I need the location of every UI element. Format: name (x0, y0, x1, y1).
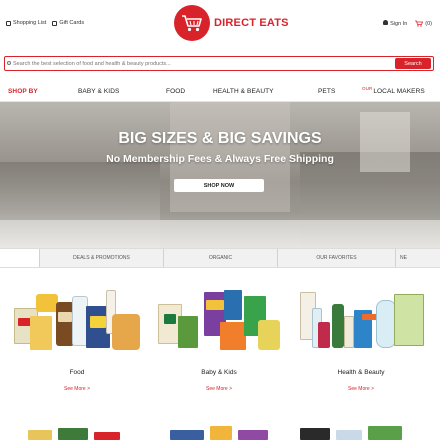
nav-local-makers[interactable]: OURLOCAL MAKERS (362, 86, 425, 95)
product-row2-3a (300, 428, 330, 440)
product-row2-1c (94, 432, 120, 440)
cart-icon (415, 20, 424, 27)
shop-now-button[interactable]: SHOP NOW (174, 179, 264, 192)
sign-in-label: Sign In (390, 21, 408, 27)
product-snack-pouch (224, 290, 242, 320)
product-row2-2b (210, 426, 232, 440)
tab-organic[interactable]: ORGANIC (164, 249, 278, 267)
product-juice (258, 320, 280, 350)
nav-health-beauty[interactable]: HEALTH & BEAUTY (213, 88, 274, 95)
product-baby-food-box (178, 316, 198, 348)
top-bar: Shopping List Gift Cards DIRECT EATS Sig… (0, 0, 440, 54)
search-bar: Search (4, 56, 434, 71)
user-icon (382, 20, 388, 25)
product-row2-2c (238, 430, 268, 440)
list-icon (6, 20, 11, 26)
product-shampoo (332, 304, 344, 348)
category-health-beauty-image (296, 286, 426, 366)
product-baby-snack (220, 322, 246, 350)
category-health-beauty-see-more[interactable]: See More > (296, 386, 426, 392)
tab-new[interactable]: NE (396, 249, 440, 267)
product-row2-1a (28, 430, 52, 440)
gift-cards-link[interactable]: Gift Cards (52, 20, 84, 26)
nav-local-makers-prefix: OUR (362, 86, 373, 91)
hero-background-floor (0, 220, 440, 248)
hero-subtitle: No Membership Fees & Always Free Shippin… (106, 153, 334, 165)
product-row2-1b (58, 428, 88, 440)
tab-our-favorites[interactable]: OUR FAVORITES (278, 249, 396, 267)
tab-first[interactable] (0, 249, 40, 267)
cart-link[interactable]: (0) (415, 20, 432, 27)
product-puffs-label (206, 300, 224, 310)
product-pasta-bag (112, 314, 140, 350)
category-baby-kids-see-more[interactable]: See More > (154, 386, 284, 392)
category-food[interactable]: Food See More > (12, 286, 142, 396)
shopping-list-link[interactable]: Shopping List (6, 20, 46, 26)
category-food-image (12, 286, 142, 366)
category-health-beauty-label: Health & Beauty (337, 369, 385, 376)
product-soap-box (394, 294, 424, 346)
gift-cards-label: Gift Cards (59, 20, 85, 26)
category-row2-1[interactable] (18, 424, 138, 440)
product-cereal-label (90, 316, 106, 328)
main-nav: SHOP BY BABY & KIDS FOOD HEALTH & BEAUTY… (0, 82, 440, 102)
product-cream-jar (376, 300, 396, 348)
sign-in-link[interactable]: Sign In (382, 20, 408, 27)
search-button[interactable]: Search (395, 58, 431, 69)
category-baby-kids-label: Baby & Kids (201, 369, 237, 376)
category-food-see-more[interactable]: See More > (12, 386, 142, 392)
product-row2-2a (170, 430, 204, 440)
hero-title: BIG SIZES & BIG SAVINGS (118, 130, 322, 147)
gift-icon (52, 20, 58, 26)
category-row2-3[interactable] (296, 424, 426, 440)
product-baby-cereal-label (164, 314, 176, 324)
category-food-label: Food (69, 369, 85, 376)
nav-shop-by[interactable]: SHOP BY (8, 88, 38, 95)
utility-links-left: Shopping List Gift Cards (6, 20, 84, 26)
product-popcorn (36, 294, 58, 312)
category-baby-kids[interactable]: Baby & Kids See More > (154, 286, 284, 396)
hero-banner: BIG SIZES & BIG SAVINGS No Membership Fe… (0, 102, 440, 248)
nav-local-makers-label: LOCAL MAKERS (373, 88, 425, 95)
product-nail-polish (318, 322, 330, 348)
nav-pets[interactable]: PETS (318, 88, 335, 95)
utility-links-right: Sign In (0) (382, 20, 432, 27)
logo-text: DIRECT EATS (214, 17, 289, 29)
nav-food[interactable]: FOOD (166, 88, 185, 95)
product-row2-3b (336, 430, 362, 440)
product-row2-3c (368, 426, 402, 440)
nav-baby-kids[interactable]: BABY & KIDS (78, 88, 119, 95)
collection-tabs: DEALS & PROMOTIONS ORGANIC OUR FAVORITES… (0, 248, 440, 268)
shopping-list-label: Shopping List (13, 20, 47, 26)
category-health-beauty[interactable]: Health & Beauty See More > (296, 286, 426, 396)
cart-count: (0) (425, 20, 432, 27)
product-snack-box (30, 316, 52, 350)
category-baby-kids-image (154, 286, 284, 366)
product-jar-label (58, 312, 72, 322)
logo[interactable]: DIRECT EATS (174, 5, 289, 41)
search-input[interactable] (5, 57, 395, 70)
product-deodorant (344, 316, 354, 348)
category-row2-2[interactable] (164, 424, 284, 440)
tab-deals-promotions[interactable]: DEALS & PROMOTIONS (40, 249, 164, 267)
cart-logo-icon (174, 5, 210, 41)
